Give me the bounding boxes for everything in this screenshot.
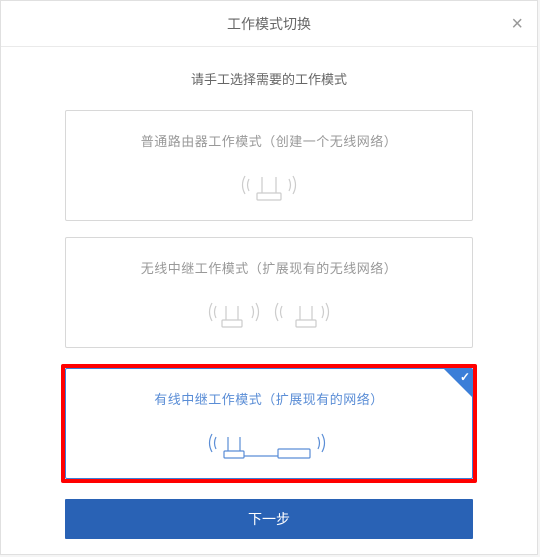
router-wireless-pair-icon [78,291,460,333]
options-container: 普通路由器工作模式（创建一个无线网络） [1,110,537,348]
check-icon [444,369,472,397]
next-button[interactable]: 下一步 [65,499,473,539]
router-wired-pair-icon [78,422,460,464]
option-title: 无线中继工作模式（扩展现有的无线网络） [78,258,460,277]
dialog-content: 请手工选择需要的工作模式 普通路由器工作模式（创建一个无线网络） [1,47,537,539]
mode-switch-dialog: 工作模式切换 × 请手工选择需要的工作模式 普通路由器工作模式（创建一个无线网络… [0,0,538,555]
option-wireless-repeater[interactable]: 无线中继工作模式（扩展现有的无线网络） [65,237,473,348]
instruction-text: 请手工选择需要的工作模式 [1,69,537,88]
dialog-title: 工作模式切换 [227,14,311,34]
option-normal-router[interactable]: 普通路由器工作模式（创建一个无线网络） [65,110,473,221]
option-title: 有线中继工作模式（扩展现有的网络） [78,389,460,408]
option-wired-repeater[interactable]: 有线中继工作模式（扩展现有的网络） [65,368,473,479]
watermark-text: www.it528.com [409,8,530,26]
router-single-icon [78,164,460,206]
highlight-frame: 有线中继工作模式（扩展现有的网络） [61,364,477,483]
option-title: 普通路由器工作模式（创建一个无线网络） [78,131,460,150]
